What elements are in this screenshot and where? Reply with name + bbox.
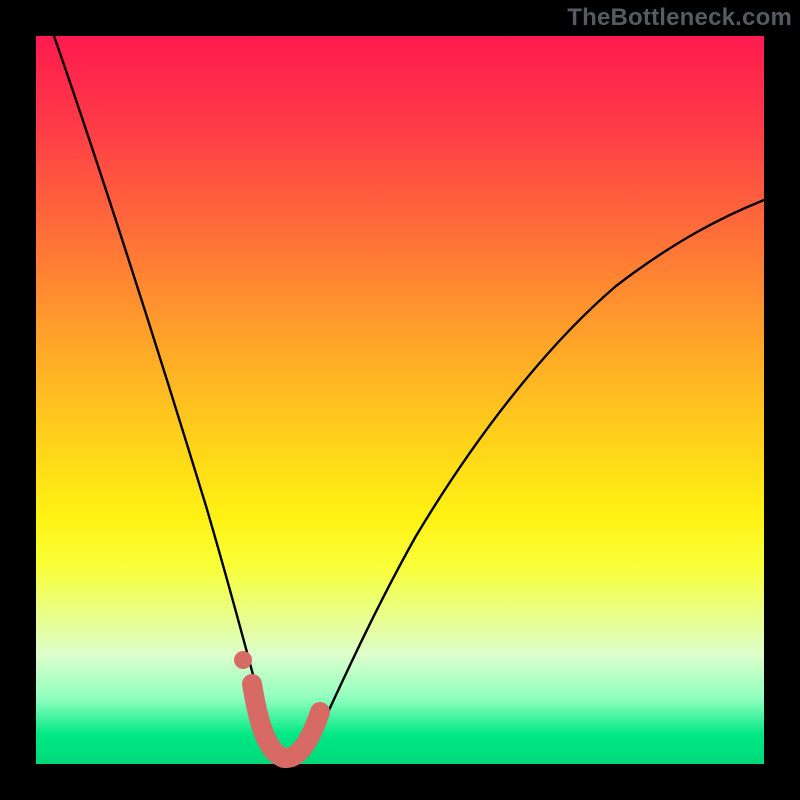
chart-frame: TheBottleneck.com — [0, 0, 800, 800]
watermark-text: TheBottleneck.com — [567, 4, 792, 32]
plot-area — [36, 36, 764, 764]
optimal-marker-dot — [234, 651, 252, 669]
bottleneck-curve — [54, 36, 764, 763]
optimal-segment-highlight — [252, 684, 320, 758]
curve-layer — [36, 36, 764, 764]
